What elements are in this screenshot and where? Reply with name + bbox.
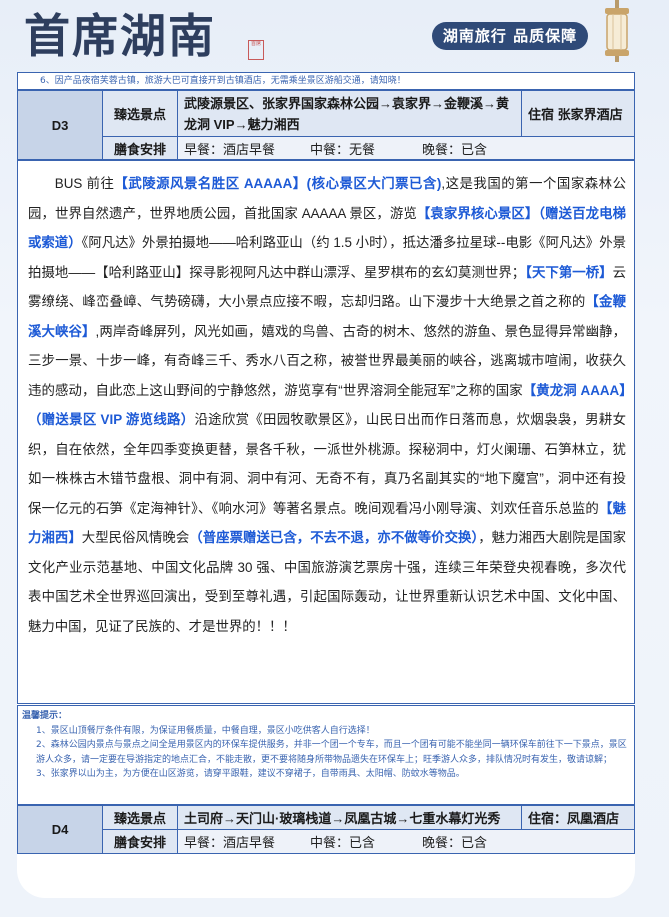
tips-title: 温馨提示： [22, 711, 68, 721]
slogan-badge: 湖南旅行 品质保障 [432, 22, 588, 50]
highlight-first-bridge: 【天下第一桥】 [525, 264, 613, 280]
day3-route: 武陵源景区、张家界国家森林公园→袁家界→金鞭溪→黄龙洞 VIP→魅力湘西 [177, 90, 522, 137]
lantern-icon [605, 0, 629, 62]
highlight-ticket-note: （普座票赠送已含，不去不退，亦不做等价交换） [189, 530, 479, 545]
day3-breakfast: 早餐：酒店早餐 [184, 141, 276, 157]
tips-box: 温馨提示： 1、景区山顶餐厅条件有限，为保证用餐质量，中餐自理，景区小吃供客人自… [17, 705, 635, 805]
day4-spots-label: 臻选景点 [102, 805, 178, 830]
day3-dinner: 晚餐：已含 [422, 141, 488, 157]
day4-lunch: 中餐：已含 [310, 835, 376, 850]
tip-item: 1、景区山顶餐厅条件有限，为保证用餐质量，中餐自理，景区小吃供客人自行选择！ [36, 725, 375, 736]
tips-list: 1、景区山顶餐厅条件有限，为保证用餐质量，中餐自理，景区小吃供客人自行选择！ 2… [36, 724, 628, 782]
day3-spots-label: 臻选景点 [102, 90, 178, 137]
day3-table: D3 臻选景点 武陵源景区、张家界国家森林公园→袁家界→金鞭溪→黄龙洞 VIP→… [17, 90, 635, 160]
day3-meals: 早餐：酒店早餐 中餐：无餐 晚餐：已含 [177, 136, 635, 160]
day3-lunch: 中餐：无餐 [310, 141, 376, 157]
day4-dinner: 晚餐：已含 [422, 835, 488, 850]
day4-table: D4 臻选景点 土司府→天门山·玻璃栈道→凤凰古城→七重水幕灯光秀 住宿：凤凰酒… [17, 805, 635, 854]
day4-route: 土司府→天门山·玻璃栈道→凤凰古城→七重水幕灯光秀 [177, 805, 522, 830]
day3-description: BUS 前往【武陵源风景名胜区 AAAAA】(核心景区大门票已含),这是我国的第… [17, 160, 635, 704]
tip-item: 3、张家界以山为主，为方便在山区游览，请穿平跟鞋，建议不穿裙子，自带雨具、太阳帽… [36, 769, 465, 779]
text-segment: 大型民俗风情晚会 [81, 530, 190, 545]
tip-item: 2、森林公园内景点与景点之间全是用景区内的环保车提供服务，并非一个团一个专车，而… [36, 740, 627, 765]
day4-number: D4 [17, 805, 103, 854]
day4-meals: 早餐：酒店早餐 中餐：已含 晚餐：已含 [177, 829, 635, 854]
day3-paragraph: BUS 前往【武陵源风景名胜区 AAAAA】(核心景区大门票已含),这是我国的第… [28, 169, 626, 641]
day3-meals-label: 膳食安排 [102, 136, 178, 160]
day4-breakfast: 早餐：酒店早餐 [184, 835, 276, 850]
brand-title: 首席湖南 [24, 9, 216, 63]
seal-stamp: 首席 [248, 40, 264, 60]
previous-note: 6、因产品夜宿芙蓉古镇，旅游大巴可直接开到古镇酒店，无需乘坐景区游船交通，请知晓… [17, 72, 635, 90]
day3-number: D3 [17, 90, 103, 160]
highlight-wulingyuan: 【武陵源风景名胜区 AAAAA】(核心景区大门票已含) [114, 176, 442, 191]
day4-meals-label: 膳食安排 [102, 829, 178, 854]
header: 首席湖南 首席 湖南旅行 品质保障 [0, 0, 669, 72]
day3-stay: 住宿 张家界酒店 [521, 90, 635, 137]
text-segment: 沿途欣赏《田园牧歌景区》，山民日出而作日落而息，炊烟袅袅，男耕女织，自在依然，全… [28, 412, 626, 516]
text-segment: ，魅力湘西大剧院是国家文化产业示范基地、中国文化品牌 30 强、中国旅游演艺票房… [28, 530, 627, 634]
text-segment: BUS 前往 [54, 176, 115, 191]
day4-stay: 住宿：凤凰酒店 [521, 805, 635, 830]
